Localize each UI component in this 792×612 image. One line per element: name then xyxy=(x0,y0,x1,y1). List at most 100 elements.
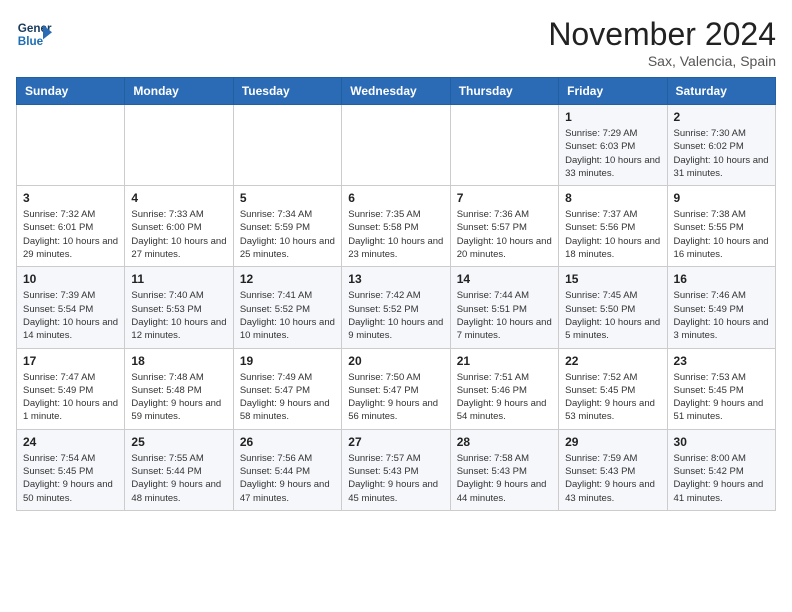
calendar-cell: 3 Sunrise: 7:32 AM Sunset: 6:01 PM Daylig… xyxy=(17,186,125,267)
day-info: Sunrise: 7:38 AM Sunset: 5:55 PM Dayligh… xyxy=(674,208,769,261)
day-info: Sunrise: 7:40 AM Sunset: 5:53 PM Dayligh… xyxy=(131,289,226,342)
day-number: 6 xyxy=(348,191,443,205)
day-number: 25 xyxy=(131,435,226,449)
calendar-cell: 2Sunrise: 7:30 AM Sunset: 6:02 PM Daylig… xyxy=(667,105,775,186)
day-info: Sunrise: 7:52 AM Sunset: 5:45 PM Dayligh… xyxy=(565,371,660,424)
calendar-cell: 21 Sunrise: 7:51 AM Sunset: 5:46 PM Dayli… xyxy=(450,348,558,429)
logo: General Blue xyxy=(16,16,52,52)
calendar-table: SundayMondayTuesdayWednesdayThursdayFrid… xyxy=(16,77,776,511)
calendar-cell: 13Sunrise: 7:42 AM Sunset: 5:52 PM Dayli… xyxy=(342,267,450,348)
calendar-cell: 30Sunrise: 8:00 AM Sunset: 5:42 PM Dayli… xyxy=(667,429,775,510)
day-number: 24 xyxy=(23,435,118,449)
location: Sax, Valencia, Spain xyxy=(548,53,776,69)
day-info: Sunrise: 7:50 AM Sunset: 5:47 PM Dayligh… xyxy=(348,371,443,424)
calendar-week-row: 1 Sunrise: 7:29 AM Sunset: 6:03 PM Daylig… xyxy=(17,105,776,186)
calendar-cell: 4 Sunrise: 7:33 AM Sunset: 6:00 PM Daylig… xyxy=(125,186,233,267)
day-info: Sunrise: 7:46 AM Sunset: 5:49 PM Dayligh… xyxy=(674,289,769,342)
day-info: Sunrise: 7:57 AM Sunset: 5:43 PM Dayligh… xyxy=(348,452,443,505)
day-number: 4 xyxy=(131,191,226,205)
day-info: Sunrise: 7:54 AM Sunset: 5:45 PM Dayligh… xyxy=(23,452,118,505)
day-info: Sunrise: 7:34 AM Sunset: 5:59 PM Dayligh… xyxy=(240,208,335,261)
calendar-cell: 15 Sunrise: 7:45 AM Sunset: 5:50 PM Dayli… xyxy=(559,267,667,348)
svg-text:Blue: Blue xyxy=(18,35,44,48)
day-number: 11 xyxy=(131,272,226,286)
day-info: Sunrise: 7:48 AM Sunset: 5:48 PM Dayligh… xyxy=(131,371,226,424)
day-number: 5 xyxy=(240,191,335,205)
page-header: General Blue November 2024 Sax, Valencia… xyxy=(16,16,776,69)
day-info: Sunrise: 7:37 AM Sunset: 5:56 PM Dayligh… xyxy=(565,208,660,261)
day-number: 27 xyxy=(348,435,443,449)
calendar-cell: 19 Sunrise: 7:49 AM Sunset: 5:47 PM Dayli… xyxy=(233,348,341,429)
calendar-cell: 24 Sunrise: 7:54 AM Sunset: 5:45 PM Dayli… xyxy=(17,429,125,510)
day-number: 20 xyxy=(348,354,443,368)
calendar-cell: 6Sunrise: 7:35 AM Sunset: 5:58 PM Daylig… xyxy=(342,186,450,267)
calendar-week-row: 3 Sunrise: 7:32 AM Sunset: 6:01 PM Daylig… xyxy=(17,186,776,267)
day-number: 10 xyxy=(23,272,118,286)
calendar-cell xyxy=(233,105,341,186)
day-info: Sunrise: 7:33 AM Sunset: 6:00 PM Dayligh… xyxy=(131,208,226,261)
day-info: Sunrise: 7:47 AM Sunset: 5:49 PM Dayligh… xyxy=(23,371,118,424)
calendar-cell: 9 Sunrise: 7:38 AM Sunset: 5:55 PM Daylig… xyxy=(667,186,775,267)
day-number: 12 xyxy=(240,272,335,286)
day-number: 28 xyxy=(457,435,552,449)
day-number: 1 xyxy=(565,110,660,124)
calendar-week-row: 10Sunrise: 7:39 AM Sunset: 5:54 PM Dayli… xyxy=(17,267,776,348)
day-info: Sunrise: 7:41 AM Sunset: 5:52 PM Dayligh… xyxy=(240,289,335,342)
day-number: 22 xyxy=(565,354,660,368)
calendar-cell: 20 Sunrise: 7:50 AM Sunset: 5:47 PM Dayli… xyxy=(342,348,450,429)
day-number: 17 xyxy=(23,354,118,368)
day-info: Sunrise: 7:56 AM Sunset: 5:44 PM Dayligh… xyxy=(240,452,335,505)
day-number: 14 xyxy=(457,272,552,286)
calendar-cell: 25 Sunrise: 7:55 AM Sunset: 5:44 PM Dayli… xyxy=(125,429,233,510)
calendar-cell: 7Sunrise: 7:36 AM Sunset: 5:57 PM Daylig… xyxy=(450,186,558,267)
month-title: November 2024 xyxy=(548,16,776,53)
day-info: Sunrise: 7:55 AM Sunset: 5:44 PM Dayligh… xyxy=(131,452,226,505)
calendar-cell: 11 Sunrise: 7:40 AM Sunset: 5:53 PM Dayli… xyxy=(125,267,233,348)
day-info: Sunrise: 8:00 AM Sunset: 5:42 PM Dayligh… xyxy=(674,452,769,505)
day-number: 23 xyxy=(674,354,769,368)
calendar-cell: 17 Sunrise: 7:47 AM Sunset: 5:49 PM Dayli… xyxy=(17,348,125,429)
day-info: Sunrise: 7:58 AM Sunset: 5:43 PM Dayligh… xyxy=(457,452,552,505)
day-info: Sunrise: 7:32 AM Sunset: 6:01 PM Dayligh… xyxy=(23,208,118,261)
day-info: Sunrise: 7:44 AM Sunset: 5:51 PM Dayligh… xyxy=(457,289,552,342)
weekday-header-saturday: Saturday xyxy=(667,78,775,105)
calendar-cell: 18 Sunrise: 7:48 AM Sunset: 5:48 PM Dayli… xyxy=(125,348,233,429)
title-area: November 2024 Sax, Valencia, Spain xyxy=(548,16,776,69)
day-number: 8 xyxy=(565,191,660,205)
day-info: Sunrise: 7:29 AM Sunset: 6:03 PM Dayligh… xyxy=(565,127,660,180)
day-number: 21 xyxy=(457,354,552,368)
day-number: 9 xyxy=(674,191,769,205)
calendar-cell: 28 Sunrise: 7:58 AM Sunset: 5:43 PM Dayli… xyxy=(450,429,558,510)
calendar-cell: 26Sunrise: 7:56 AM Sunset: 5:44 PM Dayli… xyxy=(233,429,341,510)
day-number: 3 xyxy=(23,191,118,205)
weekday-header-friday: Friday xyxy=(559,78,667,105)
day-number: 2 xyxy=(674,110,769,124)
day-info: Sunrise: 7:49 AM Sunset: 5:47 PM Dayligh… xyxy=(240,371,335,424)
calendar-cell: 12 Sunrise: 7:41 AM Sunset: 5:52 PM Dayli… xyxy=(233,267,341,348)
calendar-cell: 14 Sunrise: 7:44 AM Sunset: 5:51 PM Dayli… xyxy=(450,267,558,348)
day-info: Sunrise: 7:59 AM Sunset: 5:43 PM Dayligh… xyxy=(565,452,660,505)
calendar-cell xyxy=(125,105,233,186)
logo-icon: General Blue xyxy=(16,16,52,52)
day-info: Sunrise: 7:42 AM Sunset: 5:52 PM Dayligh… xyxy=(348,289,443,342)
calendar-cell: 1 Sunrise: 7:29 AM Sunset: 6:03 PM Daylig… xyxy=(559,105,667,186)
calendar-cell xyxy=(450,105,558,186)
calendar-cell: 8 Sunrise: 7:37 AM Sunset: 5:56 PM Daylig… xyxy=(559,186,667,267)
day-info: Sunrise: 7:45 AM Sunset: 5:50 PM Dayligh… xyxy=(565,289,660,342)
day-info: Sunrise: 7:51 AM Sunset: 5:46 PM Dayligh… xyxy=(457,371,552,424)
day-number: 18 xyxy=(131,354,226,368)
day-number: 15 xyxy=(565,272,660,286)
calendar-cell: 23Sunrise: 7:53 AM Sunset: 5:45 PM Dayli… xyxy=(667,348,775,429)
calendar-cell: 22 Sunrise: 7:52 AM Sunset: 5:45 PM Dayli… xyxy=(559,348,667,429)
day-info: Sunrise: 7:36 AM Sunset: 5:57 PM Dayligh… xyxy=(457,208,552,261)
calendar-cell xyxy=(342,105,450,186)
weekday-header-monday: Monday xyxy=(125,78,233,105)
calendar-cell: 27 Sunrise: 7:57 AM Sunset: 5:43 PM Dayli… xyxy=(342,429,450,510)
calendar-cell: 10Sunrise: 7:39 AM Sunset: 5:54 PM Dayli… xyxy=(17,267,125,348)
day-number: 29 xyxy=(565,435,660,449)
calendar-cell: 5 Sunrise: 7:34 AM Sunset: 5:59 PM Daylig… xyxy=(233,186,341,267)
calendar-cell: 16 Sunrise: 7:46 AM Sunset: 5:49 PM Dayli… xyxy=(667,267,775,348)
calendar-cell xyxy=(17,105,125,186)
day-number: 16 xyxy=(674,272,769,286)
day-number: 19 xyxy=(240,354,335,368)
